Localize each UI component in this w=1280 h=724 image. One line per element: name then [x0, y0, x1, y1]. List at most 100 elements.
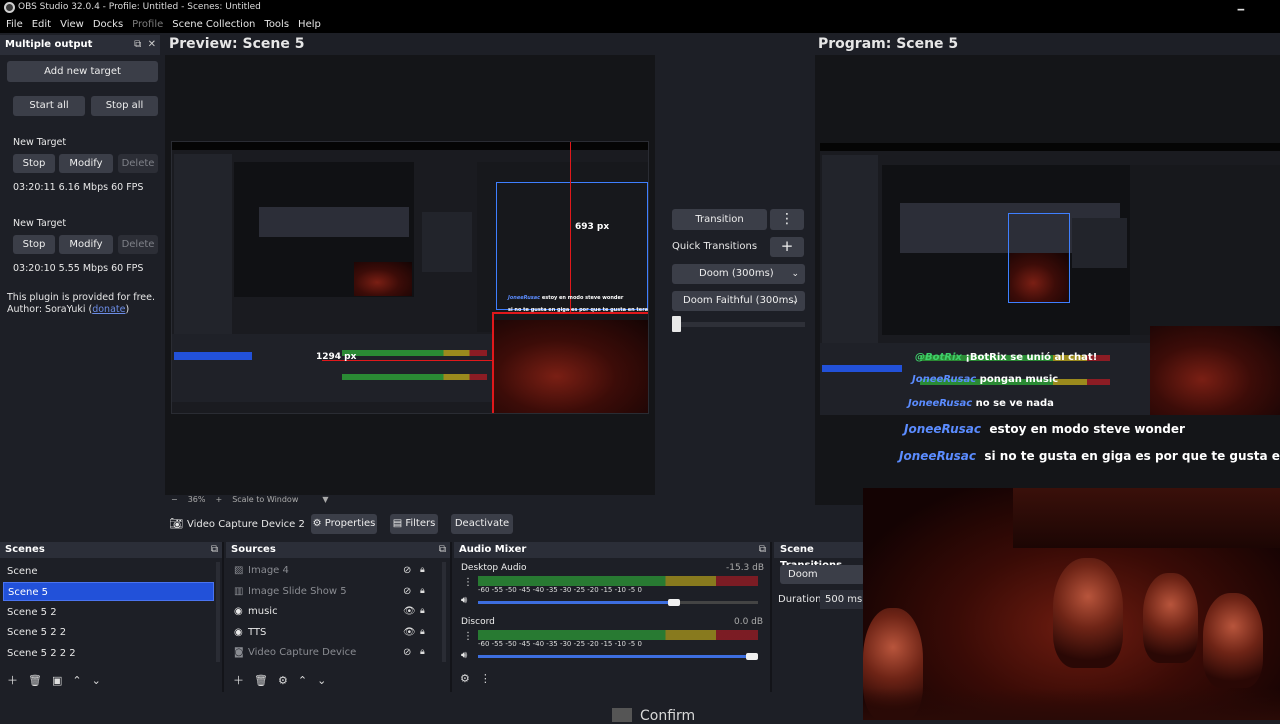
float-dock-icon[interactable]: ⧉: [759, 542, 766, 558]
scene-item[interactable]: Scene 5 2: [3, 603, 213, 622]
mixer-settings-icon[interactable]: ⚙: [460, 672, 470, 685]
move-up-icon[interactable]: ⌃: [72, 674, 81, 687]
zoom-bar: − 36% + Scale to Window ▼: [165, 495, 655, 507]
nested-meter: [342, 350, 487, 356]
speaker-icon[interactable]: 🔊︎: [461, 650, 467, 661]
move-down-icon[interactable]: ⌄: [317, 674, 326, 687]
move-down-icon[interactable]: ⌄: [92, 674, 101, 687]
transition-select[interactable]: Doom: [780, 565, 865, 584]
channel-menu-icon[interactable]: ⋮: [463, 577, 473, 588]
quick-transition-doom-faithful[interactable]: Doom Faithful (300ms) ⌄: [672, 291, 805, 311]
source-item[interactable]: ◉ music 👁︎ 🔒︎: [230, 602, 440, 621]
add-scene-icon[interactable]: ＋: [7, 672, 18, 688]
target-modify-button[interactable]: Modify: [59, 154, 113, 173]
sources-dock: Sources ⧉ ▨ Image 4 ⊘ 🔒︎ ▥ Image Slide Show …: [226, 542, 452, 692]
menu-help[interactable]: Help: [298, 16, 321, 33]
stop-all-button[interactable]: Stop all: [91, 96, 158, 116]
sources-scrollbar[interactable]: [442, 562, 446, 662]
source-item[interactable]: ▨ Image 4 ⊘ 🔒︎: [230, 561, 440, 580]
chat-text: estoy en modo steve wonder: [989, 422, 1185, 436]
target-stats: 03:20:11 6.16 Mbps 60 FPS: [13, 182, 144, 193]
scene-filters-icon[interactable]: ▣: [52, 674, 62, 687]
floor: [863, 688, 1280, 720]
menu-profile[interactable]: Profile: [132, 16, 163, 33]
menu-file[interactable]: File: [6, 16, 23, 33]
quick-transition-doom[interactable]: Doom (300ms) ⌄: [672, 264, 805, 284]
target-stop-button[interactable]: Stop: [13, 235, 55, 254]
duration-input[interactable]: 500 ms: [820, 590, 865, 609]
author-line: Author: SoraYuki (donate): [7, 304, 130, 315]
eye-hidden-icon[interactable]: ⊘: [403, 582, 411, 601]
bookshelf: [1013, 488, 1280, 548]
volume-slider-knob[interactable]: [667, 599, 680, 606]
menu-view[interactable]: View: [60, 16, 84, 33]
nested-left-dock: [822, 155, 878, 345]
target-delete-button[interactable]: Delete: [118, 235, 158, 254]
lock-icon[interactable]: 🔒︎: [420, 561, 425, 580]
source-item[interactable]: ▥ Image Slide Show 5 ⊘ 🔒︎: [230, 582, 440, 601]
source-properties-icon[interactable]: ⚙: [278, 674, 288, 687]
move-up-icon[interactable]: ⌃: [298, 674, 307, 687]
volume-slider-knob[interactable]: [746, 653, 758, 660]
scale-dropdown-icon[interactable]: ▼: [322, 495, 328, 507]
browser-icon: ◉: [234, 627, 243, 638]
start-all-button[interactable]: Start all: [13, 96, 85, 116]
transition-more-icon[interactable]: ⋮: [770, 209, 804, 230]
mixer-menu-icon[interactable]: ⋮: [480, 672, 491, 685]
scene-item[interactable]: Scene: [3, 562, 213, 581]
eye-icon[interactable]: 👁︎: [403, 623, 416, 642]
add-source-icon[interactable]: ＋: [233, 672, 244, 688]
scale-mode[interactable]: Scale to Window: [232, 495, 298, 507]
deactivate-button[interactable]: Deactivate: [451, 514, 513, 534]
volume-meter: [478, 576, 758, 586]
close-dock-icon[interactable]: ✕: [148, 39, 156, 50]
preview-canvas[interactable]: 693 px 1294 px JoneeRusac estoy en modo …: [171, 141, 649, 414]
tbar-handle[interactable]: [672, 316, 681, 332]
menu-tools[interactable]: Tools: [264, 16, 289, 33]
menu-edit[interactable]: Edit: [32, 16, 51, 33]
zoom-out-button[interactable]: −: [171, 495, 178, 507]
lock-icon[interactable]: 🔒︎: [420, 602, 425, 621]
lock-icon[interactable]: 🔒︎: [420, 582, 425, 601]
scenes-scrollbar[interactable]: [216, 562, 220, 662]
lock-icon[interactable]: 🔒︎: [420, 643, 425, 662]
duration-label: Duration: [778, 594, 822, 605]
eye-hidden-icon[interactable]: ⊘: [403, 561, 411, 580]
person: [1053, 558, 1123, 668]
tbar-track[interactable]: [674, 322, 805, 327]
remove-source-icon[interactable]: 🗑︎: [254, 674, 268, 687]
float-dock-icon[interactable]: ⧉: [134, 39, 141, 50]
eye-icon[interactable]: 👁︎: [403, 602, 416, 621]
scene-item[interactable]: Scene 5 2 2: [3, 623, 213, 642]
filters-button[interactable]: ▤ Filters: [390, 514, 438, 534]
add-new-target-button[interactable]: Add new target: [7, 61, 158, 82]
menu-docks[interactable]: Docks: [93, 16, 123, 33]
donate-link[interactable]: donate: [92, 304, 125, 315]
remove-scene-icon[interactable]: 🗑︎: [28, 674, 42, 687]
nested-selected-scene: [822, 365, 902, 372]
target-stop-button[interactable]: Stop: [13, 154, 55, 173]
speaker-icon[interactable]: 🔊︎: [461, 595, 467, 606]
float-dock-icon[interactable]: ⧉: [211, 542, 218, 558]
nested-titlebar: [172, 142, 648, 150]
selection-box-blue[interactable]: [496, 182, 648, 310]
scenes-toolbar: ＋ 🗑︎ ▣ ⌃ ⌄: [7, 672, 111, 688]
menu-scene-collection[interactable]: Scene Collection: [172, 16, 255, 33]
zoom-in-button[interactable]: +: [215, 495, 222, 507]
nested-chat-line: JoneeRusac estoy en modo steve wonder: [508, 295, 624, 301]
float-dock-icon[interactable]: ⧉: [439, 542, 446, 558]
target-delete-button[interactable]: Delete: [118, 154, 158, 173]
scene-item[interactable]: Scene 5 2 2 2: [3, 644, 213, 663]
add-quick-transition-icon[interactable]: +: [770, 237, 804, 257]
meter-ticks: -60 -55 -50 -45 -40 -35 -30 -25 -20 -15 …: [478, 586, 642, 594]
source-item[interactable]: ◉ TTS 👁︎ 🔒︎: [230, 623, 440, 642]
eye-hidden-icon[interactable]: ⊘: [403, 643, 411, 662]
properties-button[interactable]: ⚙ Properties: [311, 514, 377, 534]
source-item[interactable]: ◙ Video Capture Device ⊘ 🔒︎: [230, 643, 440, 662]
lock-icon[interactable]: 🔒︎: [420, 623, 425, 642]
transition-button[interactable]: Transition: [672, 209, 767, 230]
scene-item-selected[interactable]: Scene 5: [3, 582, 214, 601]
camera-icon: 📷︎: [169, 517, 183, 530]
target-modify-button[interactable]: Modify: [59, 235, 113, 254]
channel-menu-icon[interactable]: ⋮: [463, 631, 473, 642]
